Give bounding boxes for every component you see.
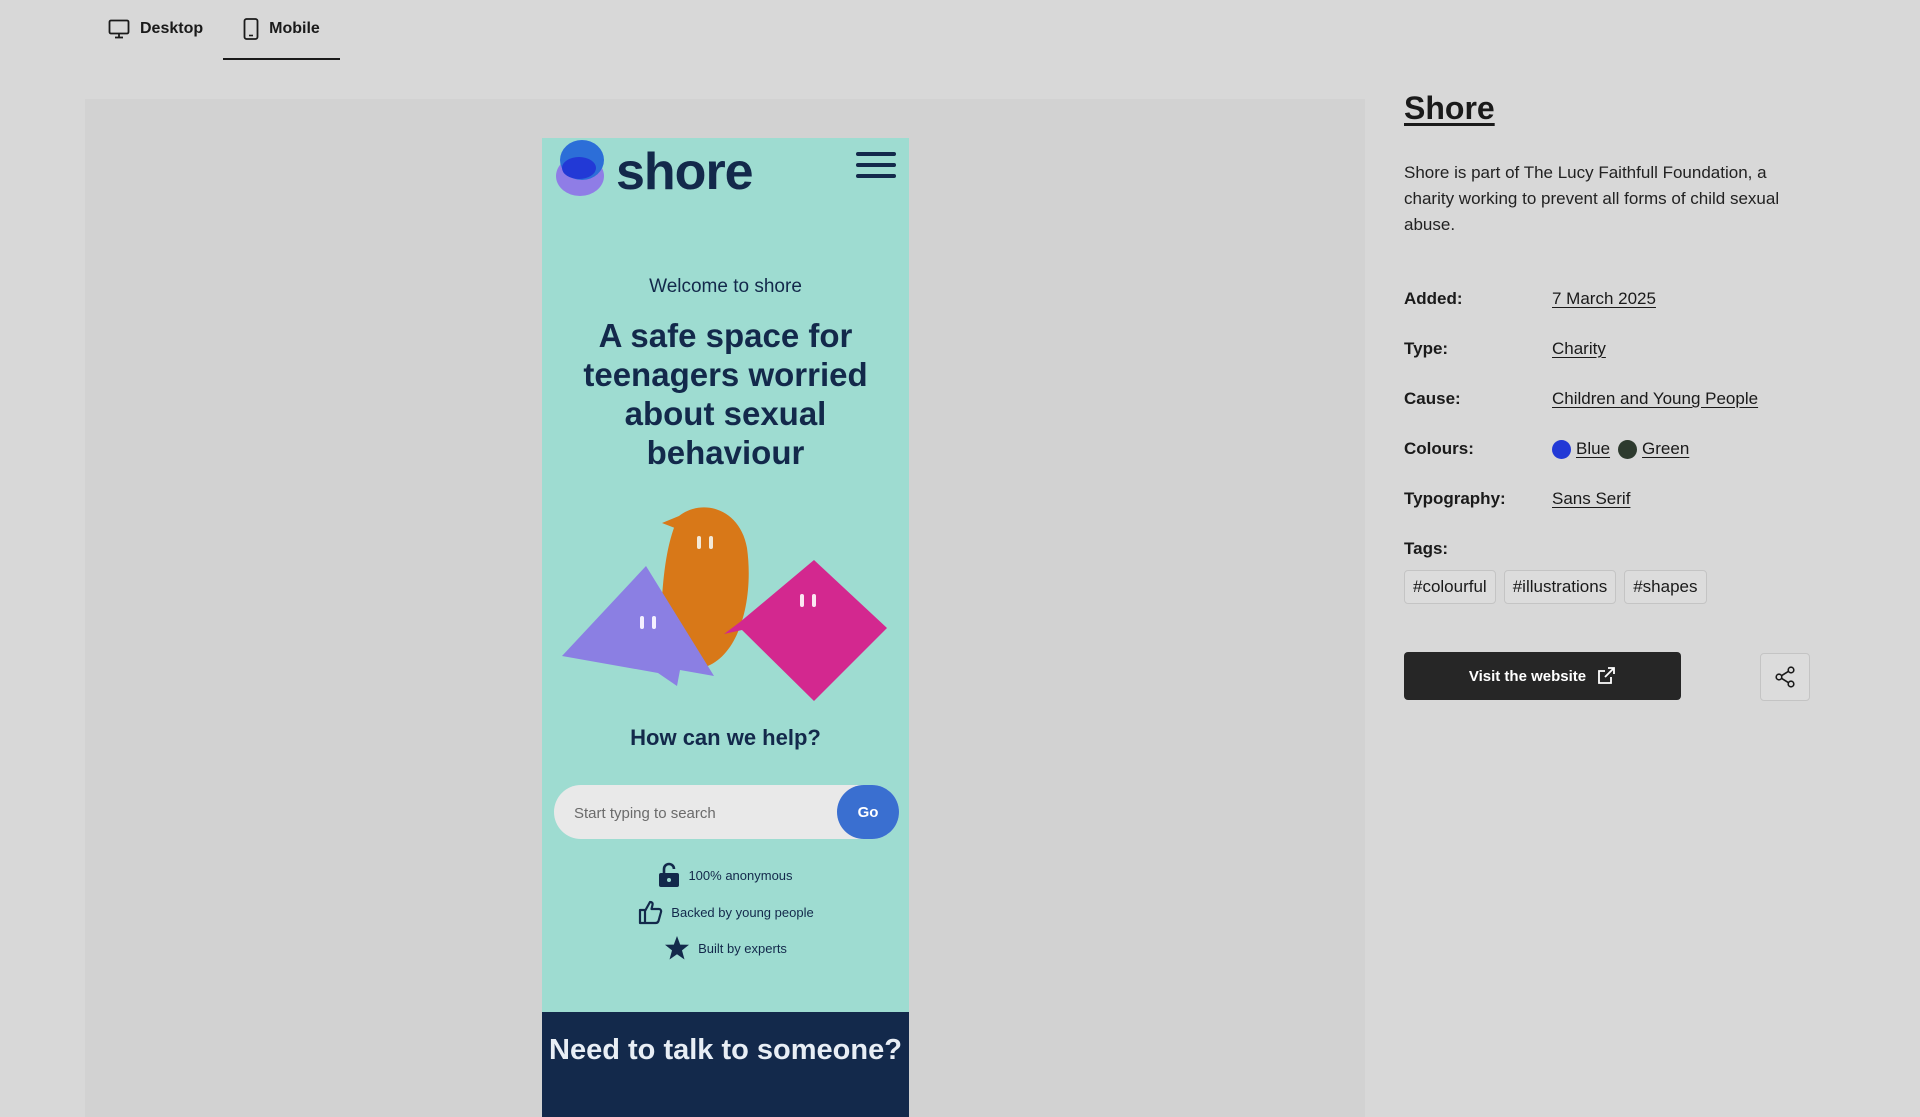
colour-blue[interactable]: Blue [1552,439,1610,459]
tab-mobile-label: Mobile [269,20,320,37]
hamburger-menu-icon[interactable] [856,152,896,182]
cause-row: Cause: Children and Young People [1404,386,1758,412]
feature-item: Backed by young people [542,899,909,925]
colour-link-blue[interactable]: Blue [1576,439,1610,459]
typography-link[interactable]: Sans Serif [1552,489,1630,509]
hero-headline: A safe space for teenagers worried about… [583,317,868,471]
typography-label: Typography: [1404,489,1506,508]
type-row: Type: Charity [1404,336,1606,362]
colour-swatch-green [1618,439,1638,459]
search-input[interactable] [572,785,816,841]
preview-footer: Need to talk to someone? [542,1012,909,1117]
added-row: Added: 7 March 2025 [1404,286,1656,312]
shapes-illustration [562,507,887,701]
colour-green[interactable]: Green [1618,439,1689,459]
tab-desktop-label: Desktop [140,20,204,37]
star-icon [665,936,690,960]
type-link[interactable]: Charity [1552,339,1606,359]
type-label: Type: [1404,339,1449,358]
preview-header: shore [542,138,909,208]
website-preview: shore Welcome to shore A safe space for … [85,99,1365,1117]
site-title[interactable]: Shore [1404,90,1495,127]
colours-label: Colours: [1404,439,1474,458]
padlock-icon [659,862,680,887]
site-description: Shore is part of The Lucy Faithfull Foun… [1404,163,1780,234]
tag-illustrations[interactable]: #illustrations [1503,570,1617,604]
shore-logo-text: shore [616,143,754,201]
go-button[interactable]: Go [837,785,899,839]
mobile-preview-frame[interactable]: shore Welcome to shore A safe space for … [542,138,909,1117]
feature-text: 100% anonymous [688,867,793,883]
added-date-link[interactable]: 7 March 2025 [1552,289,1656,309]
added-label: Added: [1404,289,1463,308]
tab-desktop[interactable]: Desktop [88,0,223,60]
share-icon [1775,666,1795,688]
typography-row: Typography: Sans Serif [1404,486,1630,512]
tab-mobile[interactable]: Mobile [223,0,340,60]
feature-item: 100% anonymous [542,862,909,888]
feature-text: Backed by young people [671,904,814,920]
tags-row: Tags: [1404,536,1552,562]
colour-swatch-blue [1552,439,1571,459]
cause-label: Cause: [1404,389,1461,408]
colour-link-green[interactable]: Green [1642,439,1689,459]
view-toggle: Desktop Mobile [88,0,340,60]
tags-label: Tags: [1404,539,1449,558]
external-link-icon [1598,667,1616,684]
tag-colourful[interactable]: #colourful [1404,570,1496,604]
visit-website-label: Visit the website [1468,667,1587,685]
help-title: How can we help? [630,725,821,750]
tag-shapes[interactable]: #shapes [1624,570,1707,604]
cause-link[interactable]: Children and Young People [1552,389,1758,409]
shore-logo-icon [556,140,604,196]
mobile-icon [243,18,259,40]
share-button[interactable] [1760,653,1810,701]
welcome-text: Welcome to shore [649,276,802,297]
thumbs-up-icon [639,900,663,925]
feature-text: Built by experts [698,940,787,956]
search-bar: Go [554,785,899,841]
feature-item: Built by experts [542,935,909,961]
footer-title: Need to talk to someone? [549,1034,902,1066]
tag-list: #colourful #illustrations #shapes [1404,570,1707,604]
colours-row: Colours: Blue Green [1404,436,1697,462]
desktop-icon [108,19,130,39]
visit-website-button[interactable]: Visit the website [1404,652,1681,700]
